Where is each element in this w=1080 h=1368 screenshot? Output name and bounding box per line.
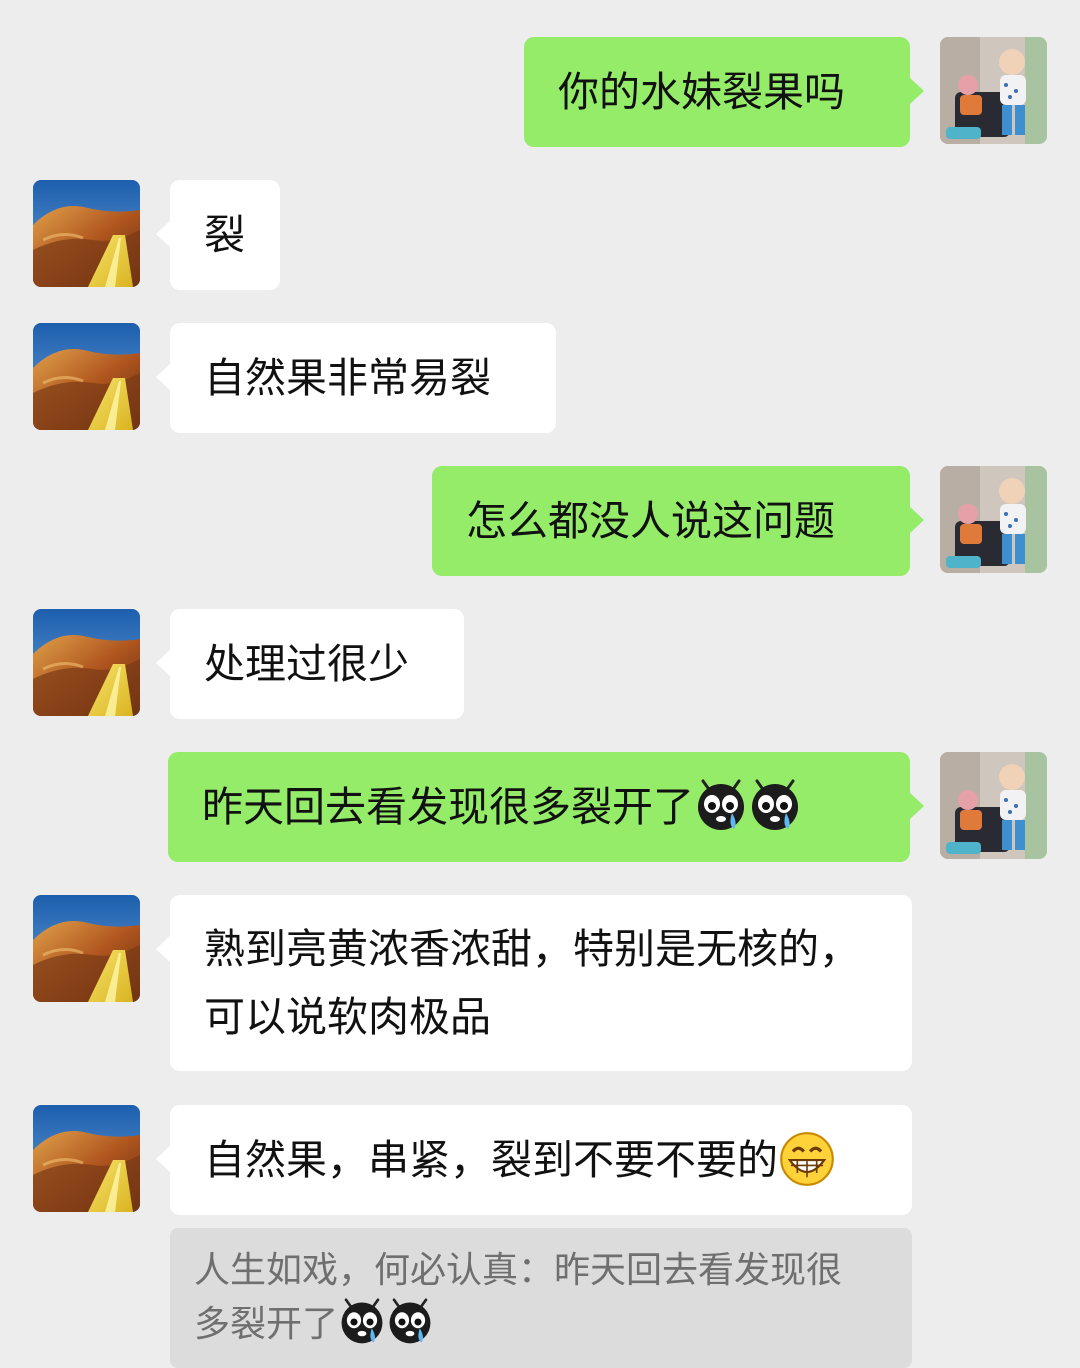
outgoing-message[interactable]: 怎么都没人说这问题 [432, 466, 924, 576]
avatar[interactable] [33, 895, 140, 1002]
avatar[interactable] [33, 323, 140, 430]
avatar[interactable] [940, 466, 1047, 573]
message-text-line-1: 熟到亮黄浓香浓甜，特别是无核的， [204, 925, 860, 973]
quote-text-line-1: 人生如戏，何必认真：昨天回去看发现很 [194, 1250, 843, 1291]
desert-road-avatar-icon [33, 895, 140, 1002]
message-text-line-2: 可以说软肉极品 [204, 993, 491, 1041]
incoming-message[interactable]: 裂 [156, 180, 280, 290]
message-text: 自然果，串紧，裂到不要不要的 [204, 1136, 778, 1184]
message-text: 处理过很少 [204, 640, 409, 688]
crying-face-icon [694, 779, 748, 833]
message-text: 昨天回去看发现很多裂开了 [202, 783, 694, 831]
avatar[interactable] [940, 37, 1047, 144]
child-photo-avatar-icon [940, 466, 1047, 573]
desert-road-avatar-icon [33, 1105, 140, 1212]
desert-road-avatar-icon [33, 323, 140, 430]
desert-road-avatar-icon [33, 609, 140, 716]
incoming-message[interactable]: 自然果非常易裂 [156, 323, 556, 433]
incoming-message[interactable]: 熟到亮黄浓香浓甜，特别是无核的， 可以说软肉极品 [156, 895, 912, 1071]
avatar[interactable] [33, 609, 140, 716]
crying-face-icon [386, 1298, 434, 1346]
message-text: 裂 [204, 211, 245, 259]
quote-text-line-2: 多裂开了 [194, 1304, 339, 1345]
message-text: 你的水妹裂果吗 [558, 68, 845, 116]
quoted-reply[interactable]: 人生如戏，何必认真：昨天回去看发现很 多裂开了 [170, 1228, 912, 1368]
child-photo-avatar-icon [940, 752, 1047, 859]
outgoing-message[interactable]: 昨天回去看发现很多裂开了 [168, 752, 924, 862]
child-photo-avatar-icon [940, 37, 1047, 144]
avatar[interactable] [940, 752, 1047, 859]
crying-face-icon [748, 779, 802, 833]
desert-road-avatar-icon [33, 180, 140, 287]
grinning-face-icon [778, 1130, 836, 1188]
avatar[interactable] [33, 1105, 140, 1212]
message-text: 自然果非常易裂 [204, 354, 491, 402]
avatar[interactable] [33, 180, 140, 287]
crying-face-icon [338, 1298, 386, 1346]
incoming-message[interactable]: 处理过很少 [156, 609, 464, 719]
incoming-message[interactable]: 自然果，串紧，裂到不要不要的 [156, 1105, 912, 1215]
message-text: 怎么都没人说这问题 [466, 497, 835, 545]
outgoing-message[interactable]: 你的水妹裂果吗 [524, 37, 924, 147]
